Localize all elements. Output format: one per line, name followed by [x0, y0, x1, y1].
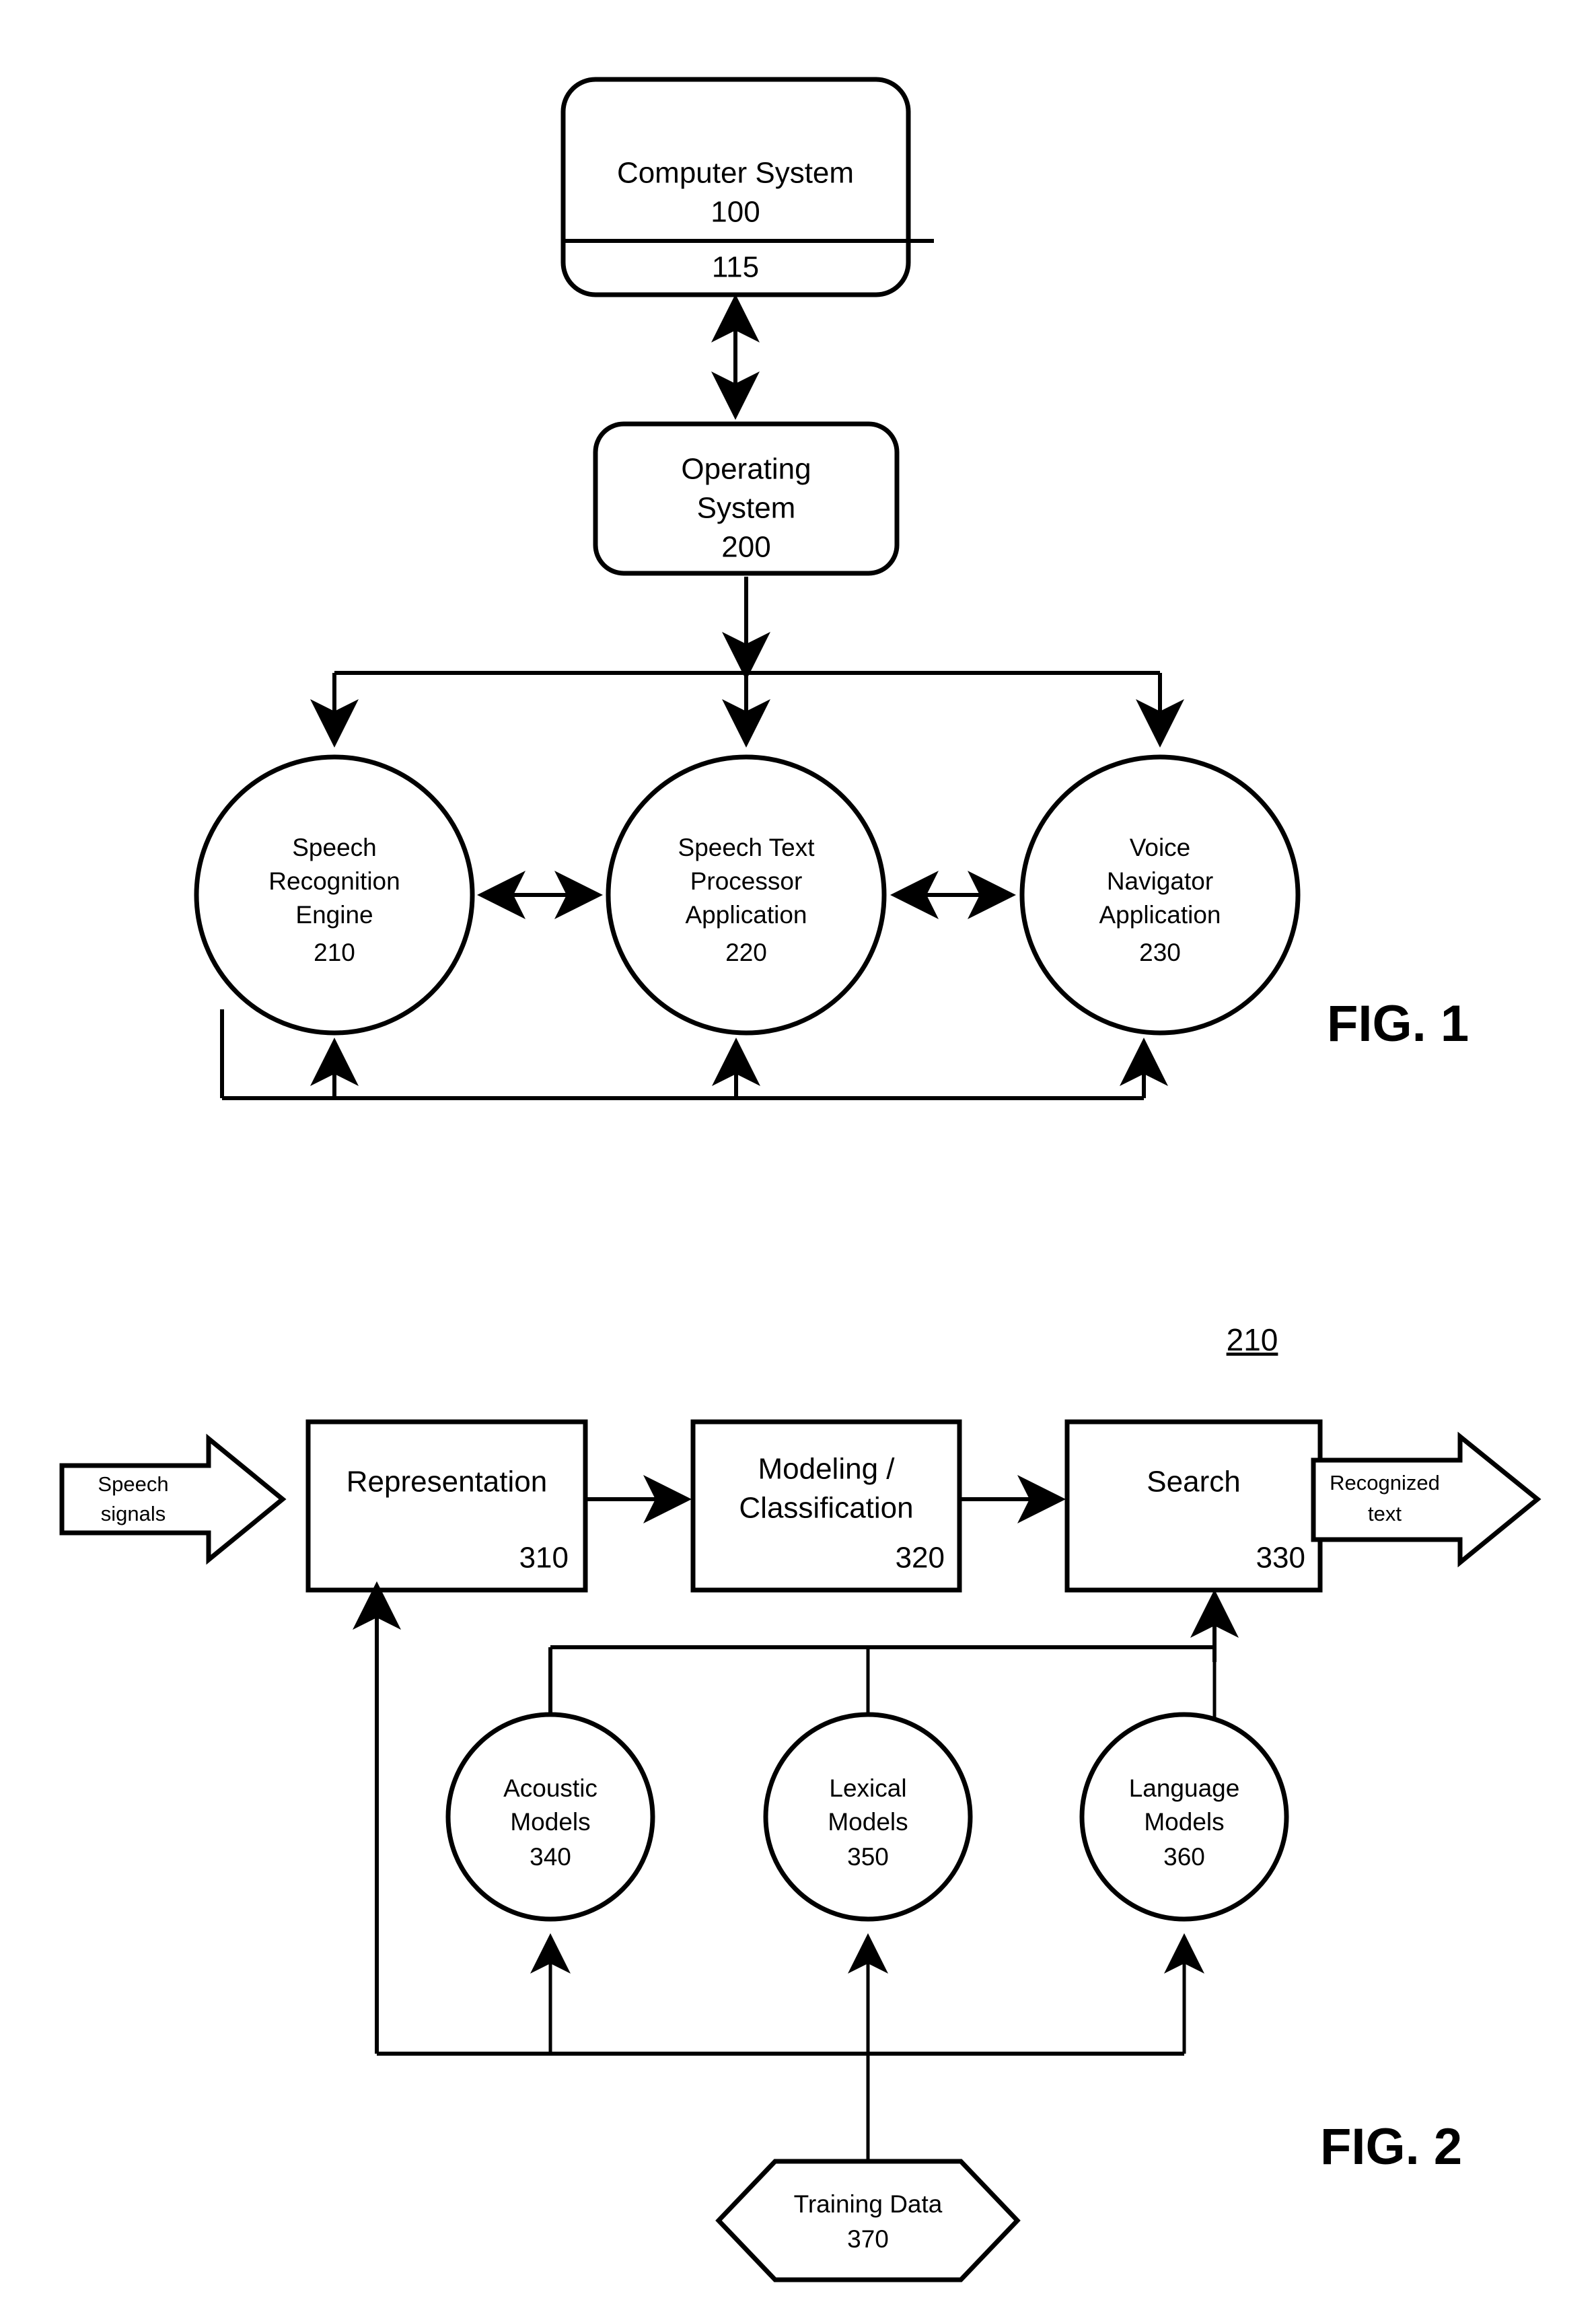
lexical-number: 350	[847, 1843, 889, 1871]
computer-system-bus-number: 115	[712, 251, 759, 284]
fig1-group: Computer System 100 115 Operating System…	[194, 77, 1469, 1100]
language-line1: Language	[1129, 1774, 1240, 1802]
speech-recognition-engine-circle	[194, 754, 475, 1036]
search-line1: Search	[1147, 1466, 1240, 1499]
stp-line2: Processor	[690, 867, 803, 895]
representation-number: 310	[519, 1542, 569, 1575]
vn-line2: Navigator	[1107, 867, 1213, 895]
recognized-text-line1: Recognized	[1330, 1471, 1440, 1494]
language-number: 360	[1163, 1843, 1205, 1871]
computer-system-number: 100	[711, 196, 760, 229]
operating-system-line2: System	[697, 492, 796, 525]
speech-text-processor-circle	[606, 754, 887, 1036]
language-models-node: Language Models 360	[1079, 1712, 1289, 1922]
acoustic-models-node: Acoustic Models 340	[445, 1712, 655, 1922]
representation-line1: Representation	[347, 1466, 547, 1499]
training-data-node: Training Data 370	[715, 2159, 1021, 2282]
stp-line1: Speech Text	[678, 834, 815, 861]
modeling-line1: Modeling /	[758, 1453, 895, 1486]
computer-system-title: Computer System	[617, 157, 854, 190]
stp-number: 220	[725, 939, 767, 966]
operating-system-node: Operating System 200	[593, 421, 900, 576]
fig2-label: FIG. 2	[1320, 2118, 1462, 2175]
language-line2: Models	[1144, 1808, 1224, 1836]
sre-line3: Engine	[295, 901, 373, 929]
training-data-label: Training Data	[794, 2190, 943, 2218]
recognized-text-line2: text	[1368, 1502, 1402, 1525]
modeling-classification-node: Modeling / Classification 320	[690, 1419, 962, 1593]
fig1-label: FIG. 1	[1327, 995, 1469, 1052]
computer-system-node: Computer System 100 115	[560, 77, 934, 297]
recognized-text-arrow: Recognized text	[1311, 1431, 1541, 1568]
acoustic-number: 340	[530, 1843, 571, 1871]
modeling-line2: Classification	[739, 1492, 913, 1525]
stp-line3: Application	[685, 901, 807, 929]
lexical-line1: Lexical	[829, 1774, 906, 1802]
search-node: Search 330	[1064, 1419, 1323, 1593]
lexical-line2: Models	[828, 1808, 908, 1836]
voice-navigator-node: Voice Navigator Application 230	[1019, 754, 1301, 1036]
vn-number: 230	[1139, 939, 1181, 966]
vn-line1: Voice	[1130, 834, 1191, 861]
sre-line2: Recognition	[268, 867, 400, 895]
search-number: 330	[1256, 1542, 1305, 1575]
modeling-number: 320	[896, 1542, 945, 1575]
models-to-search-bus	[548, 1589, 1239, 1729]
sre-number: 210	[314, 939, 355, 966]
speech-signals-line1: Speech	[98, 1472, 168, 1496]
vn-line3: Application	[1099, 901, 1221, 929]
figures-canvas: Computer System 100 115 Operating System…	[59, 77, 1541, 2282]
speech-signals-line2: signals	[101, 1502, 166, 1525]
fig2-group: 210 Speech signals Representation 310 Mo…	[59, 1322, 1541, 2282]
fig2-system-ref: 210	[1227, 1322, 1278, 1357]
patent-drawing-sheet: Computer System 100 115 Operating System…	[0, 0, 1596, 2306]
speech-signals-arrow-shape	[59, 1433, 287, 1565]
operating-system-line1: Operating	[681, 453, 811, 486]
acoustic-line2: Models	[510, 1808, 590, 1836]
sre-line1: Speech	[292, 834, 377, 861]
speech-signals-arrow: Speech signals	[59, 1433, 287, 1565]
voice-navigator-circle	[1019, 754, 1301, 1036]
representation-node: Representation 310	[305, 1419, 588, 1593]
acoustic-line1: Acoustic	[503, 1774, 597, 1802]
lexical-models-node: Lexical Models 350	[763, 1712, 973, 1922]
operating-system-number: 200	[721, 531, 770, 564]
training-data-number: 370	[847, 2225, 889, 2253]
training-data-hexagon	[715, 2159, 1021, 2282]
recognized-text-arrow-shape	[1311, 1431, 1541, 1568]
speech-text-processor-node: Speech Text Processor Application 220	[606, 754, 887, 1036]
speech-recognition-engine-node: Speech Recognition Engine 210	[194, 754, 475, 1036]
